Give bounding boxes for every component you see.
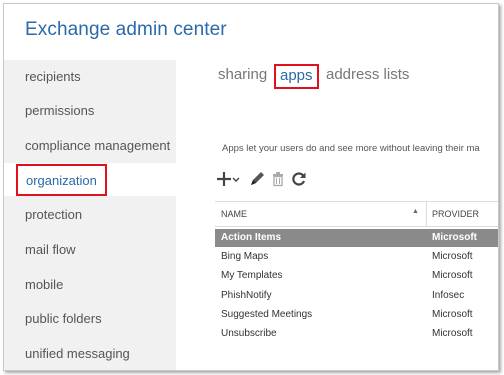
sidebar-item-recipients[interactable]: recipients: [25, 69, 81, 84]
refresh-icon[interactable]: [289, 169, 309, 189]
sidebar-item-mail-flow[interactable]: mail flow: [25, 242, 76, 257]
edit-icon[interactable]: [247, 169, 267, 189]
table-row[interactable]: Suggested Meetings Microsoft: [215, 306, 498, 324]
app-provider: Microsoft: [432, 251, 473, 262]
table-row[interactable]: My Templates Microsoft: [215, 267, 498, 285]
table-row[interactable]: Unsubscribe Microsoft: [215, 325, 498, 343]
app-provider: Microsoft: [432, 270, 473, 281]
tab-address-lists[interactable]: address lists: [326, 66, 409, 83]
eac-window: Exchange admin center recipients permiss…: [3, 3, 499, 371]
sidebar-item-unified-messaging[interactable]: unified messaging: [25, 346, 130, 361]
sidebar: recipients permissions compliance manage…: [4, 60, 176, 370]
grid-header: NAME ▲ PROVIDER: [215, 201, 498, 227]
sidebar-item-public-folders[interactable]: public folders: [25, 311, 102, 326]
tab-apps[interactable]: apps: [274, 64, 319, 89]
app-name: My Templates: [221, 270, 283, 281]
app-provider: Microsoft: [432, 328, 473, 339]
delete-icon[interactable]: [268, 169, 288, 189]
app-name: Unsubscribe: [221, 328, 277, 339]
table-row[interactable]: Bing Maps Microsoft: [215, 248, 498, 266]
tab-sharing[interactable]: sharing: [218, 66, 267, 83]
app-name: PhishNotify: [221, 290, 272, 301]
apps-description: Apps let your users do and see more with…: [222, 143, 480, 154]
column-divider[interactable]: [426, 202, 427, 226]
app-provider: Microsoft: [432, 309, 473, 320]
sidebar-item-label: organization: [16, 164, 107, 196]
sidebar-item-organization[interactable]: organization: [4, 163, 176, 196]
app-provider: Infosec: [432, 290, 465, 301]
app-name: Bing Maps: [221, 251, 269, 262]
app-title: Exchange admin center: [25, 19, 227, 40]
table-row[interactable]: Action Items Microsoft: [215, 229, 498, 247]
sidebar-item-permissions[interactable]: permissions: [25, 103, 94, 118]
app-name: Action Items: [221, 232, 282, 243]
app-name: Suggested Meetings: [221, 309, 313, 320]
sort-ascending-icon[interactable]: ▲: [412, 208, 419, 215]
app-provider: Microsoft: [432, 232, 477, 243]
column-header-provider[interactable]: PROVIDER: [432, 209, 479, 219]
dropdown-caret-icon[interactable]: [231, 169, 241, 189]
column-header-name[interactable]: NAME: [221, 209, 247, 219]
sidebar-item-compliance-management[interactable]: compliance management: [25, 138, 170, 153]
sidebar-item-mobile[interactable]: mobile: [25, 277, 63, 292]
sidebar-item-protection[interactable]: protection: [25, 207, 82, 222]
table-row[interactable]: PhishNotify Infosec: [215, 287, 498, 305]
